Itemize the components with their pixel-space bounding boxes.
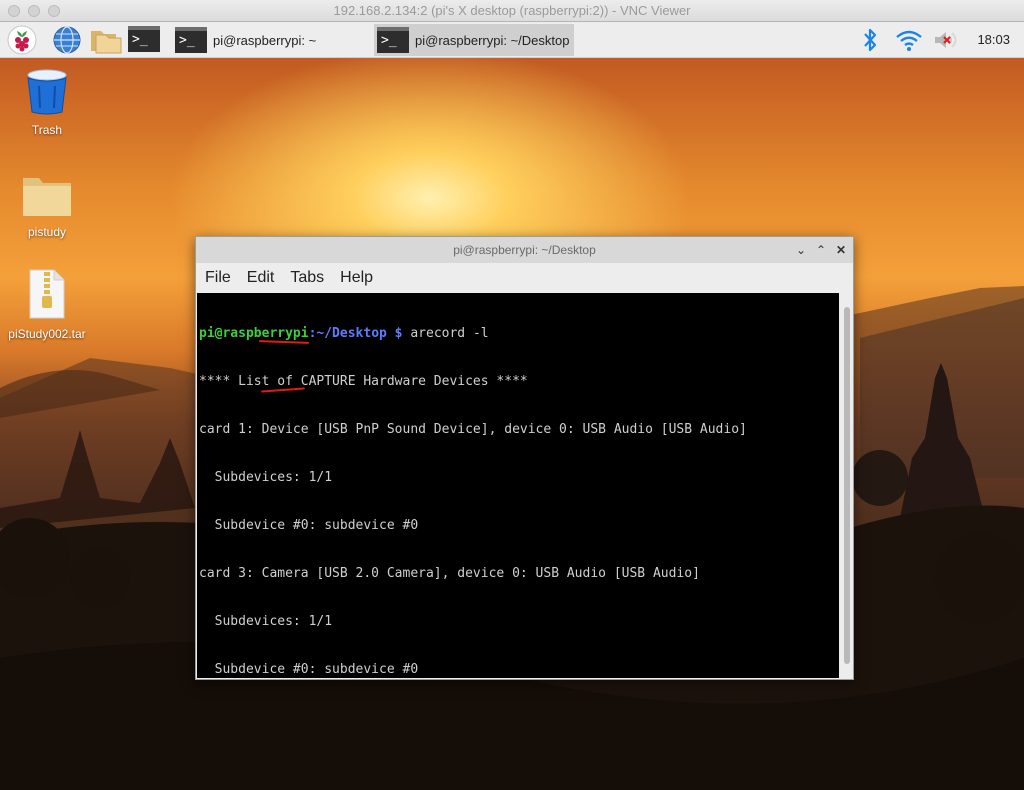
vnc-window-title: 192.168.2.134:2 (pi's X desktop (raspber… xyxy=(333,3,691,18)
bluetooth-icon[interactable] xyxy=(858,25,882,55)
prompt-dollar: $ xyxy=(386,326,411,341)
close-window-button[interactable] xyxy=(8,5,20,17)
volume-muted-icon[interactable] xyxy=(931,25,961,55)
desktop-icon-pistudy-folder[interactable]: pistudy xyxy=(0,174,94,240)
taskbar-item-desktop-terminal[interactable]: >_ pi@raspberrypi: ~/Desktop xyxy=(374,24,574,56)
minimize-window-button[interactable] xyxy=(28,5,40,17)
wifi-icon[interactable] xyxy=(894,25,924,55)
desktop-icon-trash[interactable]: Trash xyxy=(0,66,94,138)
terminal-icon: >_ xyxy=(175,27,207,53)
folder-icon xyxy=(23,178,71,216)
web-browser-globe-icon[interactable] xyxy=(51,25,83,55)
entered-command: arecord -l xyxy=(410,326,489,341)
terminal-icon: >_ xyxy=(377,27,409,53)
scrollbar-thumb[interactable] xyxy=(844,307,850,664)
menu-edit[interactable]: Edit xyxy=(247,269,275,287)
taskbar-item-label: pi@raspberrypi: ~/Desktop xyxy=(415,32,570,48)
desktop-icon-tar-archive[interactable]: piStudy002.tar xyxy=(0,268,94,342)
archive-file-icon xyxy=(29,269,65,319)
close-icon[interactable]: ✕ xyxy=(832,237,850,263)
terminal-launcher-icon[interactable]: >_ xyxy=(128,26,162,56)
prompt-user: pi@raspberrypi xyxy=(199,326,309,341)
desktop-icon-label: pistudy xyxy=(27,225,67,239)
output-line: Subdevices: 1/1 xyxy=(199,470,333,485)
red-underline-annotation xyxy=(258,340,310,344)
terminal-scrollbar[interactable] xyxy=(841,293,853,678)
trash-icon xyxy=(27,69,67,115)
vnc-window-titlebar: 192.168.2.134:2 (pi's X desktop (raspber… xyxy=(0,0,1024,22)
output-line: card 1: Device [USB PnP Sound Device], d… xyxy=(199,422,747,437)
terminal-window-title: pi@raspberrypi: ~/Desktop xyxy=(453,243,596,257)
taskbar-item-home-terminal[interactable]: >_ pi@raspberrypi: ~ xyxy=(172,24,372,56)
terminal-window-titlebar[interactable]: pi@raspberrypi: ~/Desktop ⌄ ⌃ ✕ xyxy=(196,237,853,263)
terminal-output[interactable]: pi@raspberrypi:~/Desktop $ arecord -l **… xyxy=(197,293,839,678)
raspberry-menu-icon[interactable] xyxy=(6,25,38,55)
terminal-menubar: File Edit Tabs Help xyxy=(196,263,853,292)
output-line: Subdevice #0: subdevice #0 xyxy=(199,662,419,677)
desktop-icon-label: piStudy002.tar xyxy=(8,327,86,341)
output-line: Subdevices: 1/1 xyxy=(199,614,333,629)
desktop-icon-label: Trash xyxy=(31,123,63,137)
output-line: Subdevice #0: subdevice #0 xyxy=(199,518,419,533)
file-manager-folder-icon[interactable] xyxy=(89,25,123,55)
taskbar-item-label: pi@raspberrypi: ~ xyxy=(213,32,317,48)
taskbar-panel: >_ >_ pi@raspberrypi: ~ >_ pi@raspberryp… xyxy=(0,22,1024,58)
minimize-icon[interactable]: ⌄ xyxy=(792,237,810,263)
zoom-window-button[interactable] xyxy=(48,5,60,17)
output-line: card 3: Camera [USB 2.0 Camera], device … xyxy=(199,566,700,581)
menu-tabs[interactable]: Tabs xyxy=(290,269,324,287)
terminal-command-line: pi@raspberrypi:~/Desktop $ arecord -l xyxy=(199,326,839,342)
menu-file[interactable]: File xyxy=(205,269,231,287)
terminal-window: pi@raspberrypi: ~/Desktop ⌄ ⌃ ✕ File Edi… xyxy=(195,236,854,680)
menu-help[interactable]: Help xyxy=(340,269,373,287)
panel-clock[interactable]: 18:03 xyxy=(977,22,1010,58)
prompt-path: :~/Desktop xyxy=(308,326,387,341)
maximize-icon[interactable]: ⌃ xyxy=(812,237,830,263)
